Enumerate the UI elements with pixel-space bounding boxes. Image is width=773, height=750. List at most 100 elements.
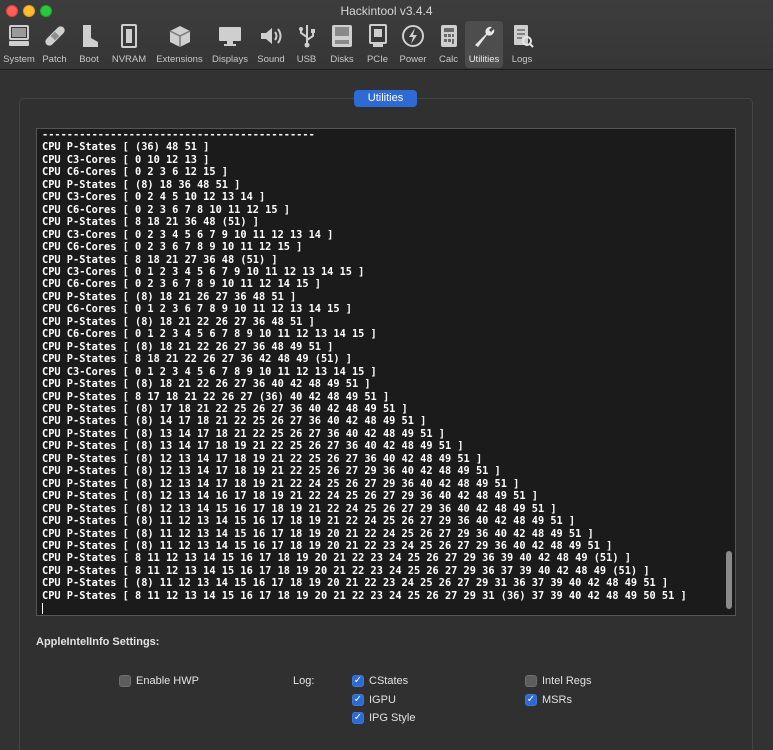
toolbar-pcie[interactable]: PCIe xyxy=(361,21,394,68)
terminal-line: CPU C6-Cores [ 0 2 3 6 7 8 10 11 12 15 ] xyxy=(42,203,290,216)
toolbar-label: Utilities xyxy=(468,54,500,65)
toolbar-label: Displays xyxy=(212,54,248,65)
checkmark-icon[interactable]: ✓ xyxy=(525,694,537,706)
log-label: Log: xyxy=(293,675,315,687)
toolbar-label: Calc xyxy=(438,54,458,65)
checkbox-label: IPG Style xyxy=(369,712,416,724)
msrs-checkbox[interactable]: ✓ MSRs xyxy=(525,694,572,706)
toolbar-label: Logs xyxy=(511,54,533,65)
settings-heading: AppleIntelInfo Settings: xyxy=(36,636,160,648)
terminal-line: CPU P-States [ 8 18 21 36 48 (51) ] xyxy=(42,216,259,229)
toolbar-label: Patch xyxy=(42,54,67,65)
toolbar-power[interactable]: Power xyxy=(394,21,432,68)
toolbar-label: Disks xyxy=(330,54,354,65)
toolbar-extensions[interactable]: Extensions xyxy=(151,21,208,68)
toolbar-patch[interactable]: Patch xyxy=(38,21,71,68)
wrench-icon xyxy=(469,21,499,51)
enable-hwp-checkbox[interactable]: Enable HWP xyxy=(119,675,199,687)
intel-regs-checkbox[interactable]: Intel Regs xyxy=(525,675,592,687)
computer-icon xyxy=(4,21,34,51)
terminal-output[interactable]: ----------------------------------------… xyxy=(36,128,736,616)
terminal-line: CPU C3-Cores [ 0 2 3 4 5 6 7 9 10 11 12 … xyxy=(42,228,334,241)
toolbar-utilities[interactable]: Utilities xyxy=(465,21,503,68)
toolbar-label: Power xyxy=(399,54,427,65)
toolbar-nvram[interactable]: NVRAM xyxy=(107,21,151,68)
terminal-line: CPU P-States [ (8) 14 17 18 21 22 25 26 … xyxy=(42,415,427,428)
window-title: Hackintool v3.4.4 xyxy=(340,4,433,18)
monitor-icon xyxy=(215,21,245,51)
toolbar-disks[interactable]: Disks xyxy=(323,21,361,68)
disk-icon xyxy=(327,21,357,51)
checkmark-icon[interactable]: ✓ xyxy=(352,675,364,687)
memory-chip-icon xyxy=(114,21,144,51)
app-window: Hackintool v3.4.4 System Patch Boot NVRA… xyxy=(0,0,773,750)
toolbar-label: PCIe xyxy=(366,54,389,65)
terminal-line: CPU P-States [ (8) 18 21 26 27 36 48 51 … xyxy=(42,290,297,303)
pci-card-icon xyxy=(363,21,393,51)
igpu-checkbox[interactable]: ✓ IGPU xyxy=(352,694,396,706)
terminal-line: CPU P-States [ 8 11 12 13 14 15 16 17 18… xyxy=(42,589,687,602)
toolbar-boot[interactable]: Boot xyxy=(71,21,107,68)
power-bolt-icon xyxy=(398,21,428,51)
terminal-line: CPU C6-Cores [ 0 1 2 3 6 7 8 9 10 11 12 … xyxy=(42,303,352,316)
usb-icon xyxy=(292,21,322,51)
toolbar-label: System xyxy=(3,54,35,65)
terminal-line: CPU P-States [ (8) 12 13 14 16 17 18 19 … xyxy=(42,490,538,503)
checkmark-icon[interactable]: ✓ xyxy=(352,694,364,706)
speaker-icon xyxy=(256,21,286,51)
toolbar-label: USB xyxy=(296,54,317,65)
calculator-icon xyxy=(434,21,464,51)
terminal-line: CPU P-States [ (8) 11 12 13 14 15 16 17 … xyxy=(42,539,613,552)
terminal-line: CPU C3-Cores [ 0 2 4 5 10 12 13 14 ] xyxy=(42,191,266,204)
checkbox-label: IGPU xyxy=(369,694,396,706)
terminal-line: CPU P-States [ 8 11 12 13 14 15 16 17 18… xyxy=(42,552,631,565)
terminal-line: CPU C6-Cores [ 0 1 2 3 4 5 6 7 8 9 10 11… xyxy=(42,328,377,341)
toolbar-displays[interactable]: Displays xyxy=(208,21,252,68)
checkbox-box[interactable] xyxy=(525,675,537,687)
terminal-line: CPU P-States [ 8 18 21 27 36 48 (51) ] xyxy=(42,253,278,266)
terminal-line: CPU P-States [ (8) 11 12 13 14 15 16 17 … xyxy=(42,515,576,528)
box-icon xyxy=(165,21,195,51)
ipg-style-checkbox[interactable]: ✓ IPG Style xyxy=(352,712,415,724)
toolbar-logs[interactable]: Logs xyxy=(503,21,541,68)
checkbox-label: MSRs xyxy=(542,694,572,706)
toolbar-label: Sound xyxy=(257,54,285,65)
checkbox-label: Intel Regs xyxy=(542,675,592,687)
terminal-line: CPU P-States [ (8) 17 18 21 22 25 26 27 … xyxy=(42,402,408,415)
terminal-line: CPU P-States [ (8) 12 13 14 17 18 19 21 … xyxy=(42,477,520,490)
toolbar-sound[interactable]: Sound xyxy=(252,21,290,68)
cstates-checkbox[interactable]: ✓ CStates xyxy=(352,675,408,687)
vertical-scrollbar[interactable] xyxy=(726,551,732,609)
toolbar-usb[interactable]: USB xyxy=(290,21,323,68)
terminal-line: CPU P-States [ 8 11 12 13 14 15 16 17 18… xyxy=(42,564,650,577)
logs-icon xyxy=(507,21,537,51)
terminal-line: CPU P-States [ (8) 11 12 13 14 15 16 17 … xyxy=(42,527,594,540)
terminal-line: CPU C3-Cores [ 0 10 12 13 ] xyxy=(42,153,210,166)
text-cursor xyxy=(42,602,43,614)
toolbar-system[interactable]: System xyxy=(0,21,38,68)
toolbar-label: NVRAM xyxy=(111,54,147,65)
terminal-line: CPU C6-Cores [ 0 2 3 6 12 15 ] xyxy=(42,166,228,179)
toolbar: System Patch Boot NVRAM Extensions Displ… xyxy=(0,21,541,68)
terminal-line: CPU C3-Cores [ 0 1 2 3 4 5 6 7 8 9 10 11… xyxy=(42,365,377,378)
terminal-line: CPU P-States [ (8) 13 14 17 18 21 22 25 … xyxy=(42,427,445,440)
titlebar: Hackintool v3.4.4 System Patch Boot NVRA… xyxy=(0,0,773,70)
checkmark-icon[interactable]: ✓ xyxy=(352,712,364,724)
checkbox-label: Enable HWP xyxy=(136,675,199,687)
toolbar-label: Boot xyxy=(79,54,99,65)
terminal-line: CPU P-States [ (8) 12 13 14 17 18 19 21 … xyxy=(42,452,483,465)
terminal-line: CPU C3-Cores [ 0 1 2 3 4 5 6 7 9 10 11 1… xyxy=(42,265,365,278)
terminal-line: CPU P-States [ 8 17 18 21 22 26 27 (36) … xyxy=(42,390,390,403)
terminal-line: CPU P-States [ (8) 11 12 13 14 15 16 17 … xyxy=(42,577,669,590)
terminal-line: CPU P-States [ (8) 18 21 22 26 27 36 48 … xyxy=(42,340,334,353)
tab-utilities[interactable]: Utilities xyxy=(354,90,417,107)
terminal-line: CPU C6-Cores [ 0 2 3 6 7 8 9 10 11 12 15… xyxy=(42,241,303,254)
terminal-line: CPU P-States [ (8) 18 21 22 26 27 36 48 … xyxy=(42,315,315,328)
terminal-line: CPU P-States [ (8) 18 21 22 26 27 36 40 … xyxy=(42,378,371,391)
terminal-line: CPU P-States [ (8) 12 13 14 17 18 19 21 … xyxy=(42,465,501,478)
terminal-line: CPU P-States [ (36) 48 51 ] xyxy=(42,141,210,154)
checkbox-box[interactable] xyxy=(119,675,131,687)
terminal-line: ----------------------------------------… xyxy=(42,129,315,141)
terminal-line: CPU P-States [ 8 18 21 22 26 27 36 42 48… xyxy=(42,353,352,366)
toolbar-calc[interactable]: Calc xyxy=(432,21,465,68)
